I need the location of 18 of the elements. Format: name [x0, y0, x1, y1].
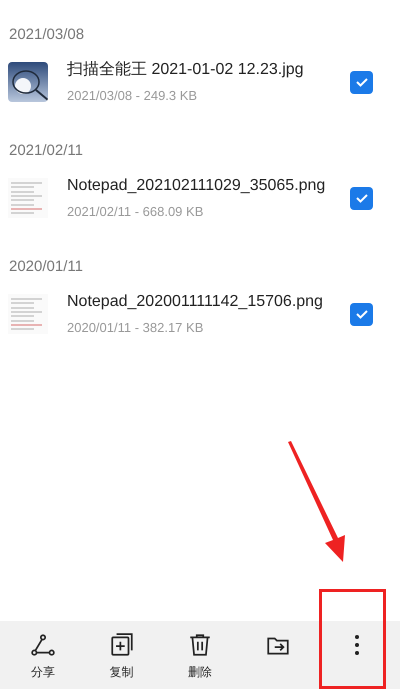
file-meta: 2021/03/08 - 249.3 KB	[67, 87, 198, 106]
checkbox[interactable]	[350, 186, 373, 210]
delete-button[interactable]: 删除	[170, 632, 230, 681]
checkbox[interactable]	[350, 70, 373, 94]
date-header: 2020/01/11	[8, 257, 83, 277]
copy-icon	[108, 632, 135, 658]
more-icon	[354, 632, 360, 658]
file-meta: 2021/02/11 - 668.09 KB	[67, 203, 204, 222]
file-name: 扫描全能王 2021-01-02 12.23.jpg	[67, 60, 304, 80]
date-header: 2021/02/11	[8, 141, 83, 161]
copy-button[interactable]: 复制	[92, 632, 152, 681]
share-icon	[30, 632, 56, 658]
date-header: 2021/03/08	[8, 25, 84, 45]
file-meta: 2020/01/11 - 382.17 KB	[67, 319, 204, 338]
file-name: Notepad_202001111142_15706.png	[67, 292, 323, 312]
file-name: Notepad_202102111029_35065.png	[67, 176, 326, 196]
checkbox[interactable]	[350, 302, 373, 326]
share-button[interactable]: 分享	[13, 632, 74, 681]
